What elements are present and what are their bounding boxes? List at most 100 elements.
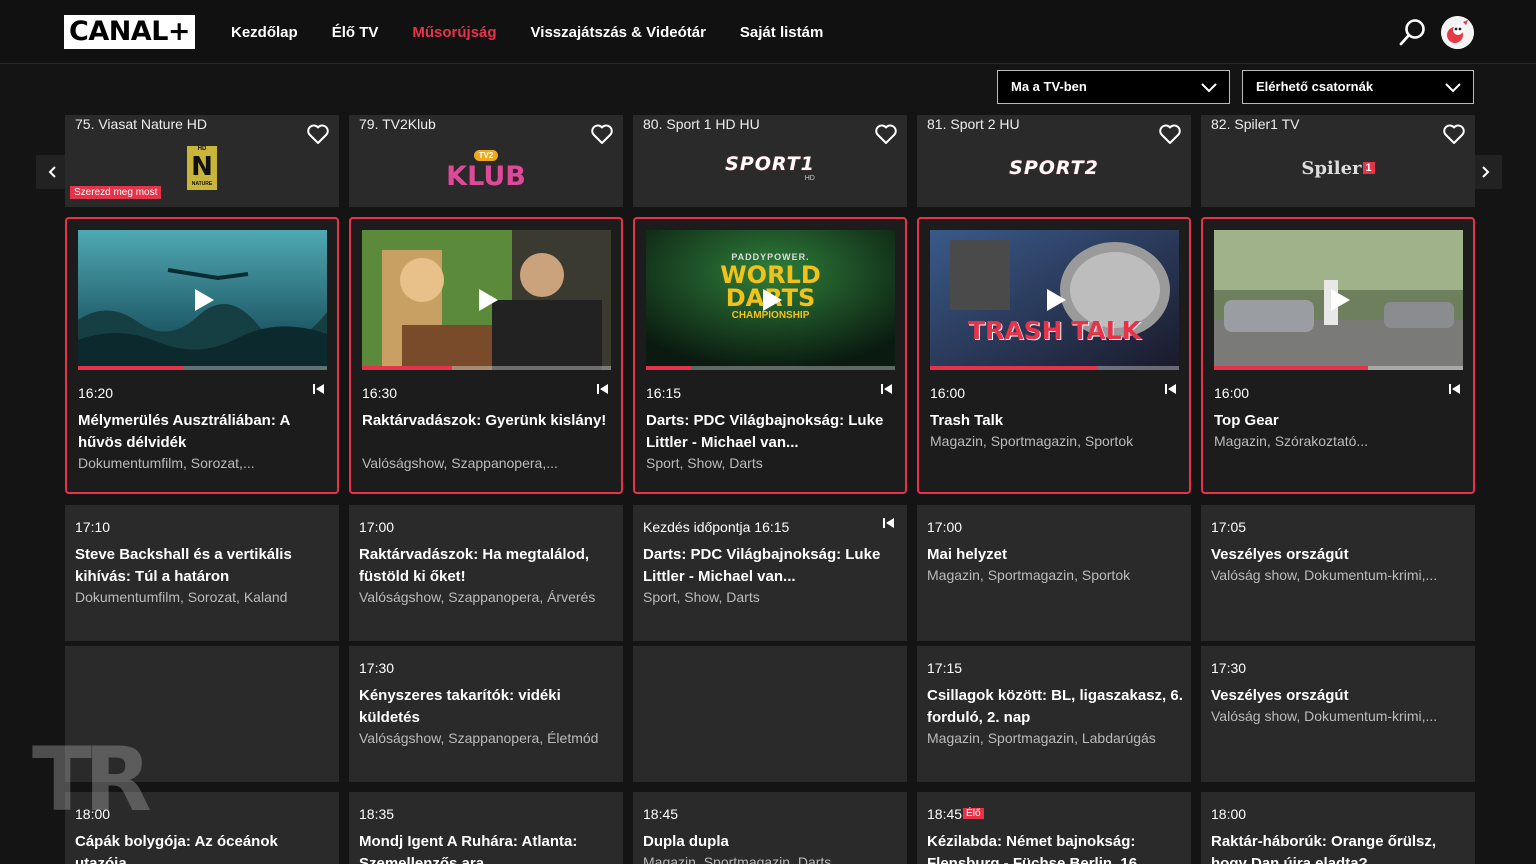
program-title: Mondj Igent A Ruhára: Atlanta: Szemellen… xyxy=(359,833,578,864)
chevron-down-icon xyxy=(1445,83,1461,93)
schedule-cell[interactable]: 17:10 Steve Backshall és a vertikális ki… xyxy=(65,505,339,641)
live-program-card[interactable]: TRASH TALK 16:00 Trash Talk Magazin, Spo… xyxy=(917,217,1191,494)
schedule-cell[interactable]: 18:00 Raktár-háborúk: Orange őrülsz, hog… xyxy=(1201,792,1475,864)
live-program-card[interactable]: PADDYPOWER. WORLD DARTS CHAMPIONSHIP 16:… xyxy=(633,217,907,494)
nav-replay-vod[interactable]: Visszajátszás & Videótár xyxy=(531,24,706,41)
logo-top-text: TV2 xyxy=(473,150,499,161)
play-icon[interactable] xyxy=(1329,288,1351,312)
program-time: 18:45 Élő xyxy=(927,806,984,822)
program-time: 16:00 xyxy=(930,385,966,401)
program-genre: Magazin, Sportmagazin, Sportok xyxy=(930,433,1134,449)
live-program-card[interactable]: 16:20 Mélymerülés Ausztráliában: A hűvös… xyxy=(65,217,339,494)
program-time: 16:30 xyxy=(362,385,398,401)
schedule-cell[interactable]: 17:00 Mai helyzet Magazin, Sportmagazin,… xyxy=(917,505,1191,641)
logo-number: 1 xyxy=(1362,162,1375,174)
program-thumbnail xyxy=(1214,230,1463,370)
program-genre: Dokumentumfilm, Sorozat,... xyxy=(78,455,255,471)
day-filter-label: Ma a TV-ben xyxy=(1011,79,1087,94)
program-title: Csillagok között: BL, ligaszakasz, 6. fo… xyxy=(927,687,1183,726)
program-title: Kényszeres takarítók: vidéki küldetés xyxy=(359,687,561,726)
day-filter-select[interactable]: Ma a TV-ben xyxy=(997,70,1230,104)
program-time: 17:10 xyxy=(75,519,111,535)
program-genre: Dokumentumfilm, Sorozat, Kaland xyxy=(75,589,288,605)
subscribe-promo-badge[interactable]: Szerezd meg most xyxy=(70,186,162,199)
channel-header-viasat-nature[interactable]: 75. Viasat Nature HD HD N NATURE Szerezd… xyxy=(65,115,339,207)
program-thumbnail xyxy=(362,230,611,370)
program-genre: Valóságshow, Szappanopera,... xyxy=(362,455,558,471)
program-title: Raktárvadászok: Ha megtalálod, füstöld k… xyxy=(359,546,590,585)
search-icon[interactable] xyxy=(1398,17,1428,47)
program-genre: Valóságshow, Szappanopera, Árverés xyxy=(359,589,596,605)
top-navigation-bar: CANAL+ Kezdőlap Élő TV Műsorújság Vissza… xyxy=(0,0,1536,64)
restart-icon[interactable] xyxy=(883,517,895,529)
program-genre: Magazin, Sportmagazin, Sportok xyxy=(927,567,1131,583)
nav-live-tv[interactable]: Élő TV xyxy=(332,24,379,41)
live-program-card[interactable]: 16:30 Raktárvadászok: Gyerünk kislány! V… xyxy=(349,217,623,494)
program-time: 18:45 xyxy=(643,806,679,822)
schedule-cell[interactable]: 17:30 Kényszeres takarítók: vidéki külde… xyxy=(349,646,623,782)
channel-name: 81. Sport 2 HU xyxy=(927,116,1020,132)
schedule-cell[interactable]: 17:05 Veszélyes országút Valóság show, D… xyxy=(1201,505,1475,641)
restart-icon[interactable] xyxy=(313,383,325,395)
channel-header-sport2[interactable]: 81. Sport 2 HU SPORT2 xyxy=(917,115,1191,207)
schedule-cell[interactable]: 18:35 Mondj Igent A Ruhára: Atlanta: Sze… xyxy=(349,792,623,864)
program-time: 17:05 xyxy=(1211,519,1247,535)
program-genre: Valóság show, Dokumentum-krimi,... xyxy=(1211,567,1438,583)
channel-name: 80. Sport 1 HD HU xyxy=(643,116,760,132)
progress-bar xyxy=(1214,366,1463,370)
schedule-cell[interactable]: 17:30 Veszélyes országút Valóság show, D… xyxy=(1201,646,1475,782)
program-genre: Valóságshow, Szappanopera, Életmód xyxy=(359,730,599,746)
program-title: Darts: PDC Világbajnokság: Luke Littler … xyxy=(646,412,884,451)
channel-header-sport1[interactable]: 80. Sport 1 HD HU SPORT1 HD xyxy=(633,115,907,207)
channel-header-tv2klub[interactable]: 79. TV2Klub TV2 KLUB xyxy=(349,115,623,207)
logo-bottom-text: NATURE xyxy=(191,181,213,187)
program-genre: Sport, Show, Darts xyxy=(646,455,763,471)
play-icon[interactable] xyxy=(761,288,783,312)
live-badge: Élő xyxy=(963,808,984,819)
chevron-down-icon xyxy=(1201,83,1217,93)
play-icon[interactable] xyxy=(477,288,499,312)
progress-bar xyxy=(646,366,895,370)
program-genre: Magazin, Szórakoztató... xyxy=(1214,433,1369,449)
chevron-right-icon xyxy=(1482,166,1490,178)
logo-plus: + xyxy=(167,16,191,47)
schedule-cell[interactable]: 18:45 Élő Kézilabda: Német bajnokság: Fle… xyxy=(917,792,1191,864)
nav-home[interactable]: Kezdőlap xyxy=(231,24,298,41)
schedule-cell[interactable]: 18:00 Cápák bolygója: Az óceánok utazója xyxy=(65,792,339,864)
schedule-cell[interactable]: 18:45 Dupla dupla Magazin, Sportmagazin,… xyxy=(633,792,907,864)
play-icon[interactable] xyxy=(193,288,215,312)
program-title: Raktárvadászok: Gyerünk kislány! xyxy=(362,412,607,429)
program-title: Top Gear xyxy=(1214,412,1279,429)
nav-my-list[interactable]: Saját listám xyxy=(740,24,823,41)
schedule-cell[interactable]: Kezdés időpontja 16:15 Darts: PDC Világb… xyxy=(633,505,907,641)
restart-icon[interactable] xyxy=(1449,383,1461,395)
schedule-cell[interactable]: 17:00 Raktárvadászok: Ha megtalálod, füs… xyxy=(349,505,623,641)
program-time: 16:15 xyxy=(646,385,682,401)
program-time: 16:20 xyxy=(78,385,114,401)
tv2klub-logo: TV2 KLUB xyxy=(349,143,623,193)
sport2-logo: SPORT2 xyxy=(917,143,1191,193)
restart-icon[interactable] xyxy=(1165,383,1177,395)
program-title: Veszélyes országút xyxy=(1211,687,1349,704)
program-title: Cápák bolygója: Az óceánok utazója xyxy=(75,833,278,864)
progress-bar xyxy=(78,366,327,370)
canal-plus-logo[interactable]: CANAL+ xyxy=(64,15,195,49)
program-time: 17:30 xyxy=(359,660,395,676)
play-icon[interactable] xyxy=(1045,288,1067,312)
schedule-cell-empty xyxy=(65,646,339,782)
nav-tv-guide[interactable]: Műsorújság xyxy=(412,24,496,41)
avatar[interactable] xyxy=(1441,16,1474,49)
restart-icon[interactable] xyxy=(881,383,893,395)
program-time: 17:30 xyxy=(1211,660,1247,676)
spiler1-logo: Spiler 1 xyxy=(1201,143,1475,193)
channel-header-spiler1[interactable]: 82. Spiler1 TV Spiler 1 xyxy=(1201,115,1475,207)
avatar-icon xyxy=(1441,16,1474,49)
program-time: 18:35 xyxy=(359,806,395,822)
program-genre: Valóság show, Dokumentum-krimi,... xyxy=(1211,708,1438,724)
program-title: Kézilabda: Német bajnokság: Flensburg - … xyxy=(927,833,1142,864)
logo-mark: SPORT1 xyxy=(725,153,815,175)
live-program-card[interactable]: 16:00 Top Gear Magazin, Szórakoztató... xyxy=(1201,217,1475,494)
restart-icon[interactable] xyxy=(597,383,609,395)
schedule-cell[interactable]: 17:15 Csillagok között: BL, ligaszakasz,… xyxy=(917,646,1191,782)
channel-filter-select[interactable]: Elérhető csatornák xyxy=(1242,70,1474,104)
